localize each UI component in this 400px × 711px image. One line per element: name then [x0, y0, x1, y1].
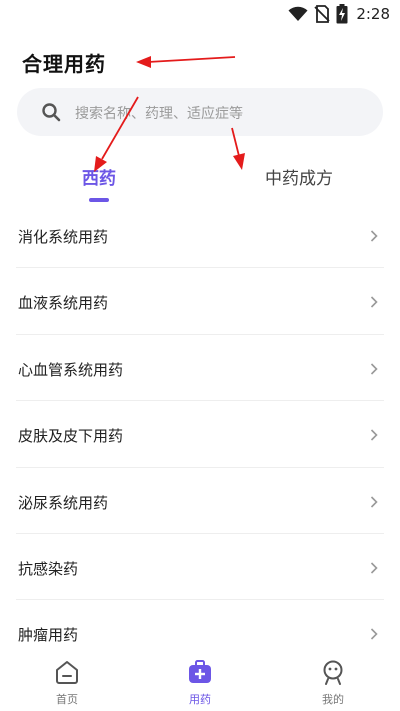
status-time: 2:28 [356, 5, 390, 23]
no-sim-icon [314, 5, 330, 23]
list-item[interactable]: 消化系统用药 [16, 202, 384, 269]
medicine-box-icon [189, 660, 211, 683]
tab-chinese-patent-medicine[interactable]: 中药成方 [265, 164, 333, 189]
wifi-icon [288, 6, 308, 21]
nav-medicine-label: 用药 [189, 693, 211, 706]
profile-icon [323, 660, 343, 685]
status-bar: 2:28 [0, 0, 400, 30]
nav-home-label: 首页 [56, 693, 78, 706]
category-list: 消化系统用药 血液系统用药 心血管系统用药 皮肤及皮下用药 泌尿系统用药 抗感染… [0, 202, 400, 667]
list-item[interactable]: 心血管系统用药 [16, 335, 384, 402]
search-placeholder: 搜索名称、药理、适应症等 [75, 106, 243, 122]
nav-mine-label: 我的 [322, 693, 344, 706]
chevron-right-icon [370, 363, 378, 375]
category-label: 肿瘤用药 [18, 626, 79, 645]
category-label: 抗感染药 [18, 559, 79, 578]
category-label: 血液系统用药 [18, 294, 109, 313]
chevron-right-icon [370, 230, 378, 242]
search-icon [42, 103, 61, 122]
nav-home[interactable]: 首页 [27, 659, 107, 707]
chevron-right-icon [370, 296, 378, 308]
list-item[interactable]: 血液系统用药 [16, 268, 384, 335]
category-label: 心血管系统用药 [18, 360, 124, 379]
category-label: 皮肤及皮下用药 [18, 427, 124, 446]
list-item[interactable]: 抗感染药 [16, 534, 384, 601]
list-item[interactable]: 泌尿系统用药 [16, 468, 384, 534]
status-icons: 2:28 [288, 4, 390, 24]
page-title: 合理用药 [22, 52, 106, 76]
battery-charging-icon [336, 4, 348, 24]
tab-western-medicine[interactable]: 西药 [82, 164, 116, 189]
category-label: 泌尿系统用药 [18, 493, 109, 512]
nav-mine[interactable]: 我的 [293, 659, 373, 707]
chevron-right-icon [370, 495, 378, 508]
chevron-right-icon [370, 429, 378, 441]
arrow-annotation [136, 56, 236, 68]
search-input[interactable]: 搜索名称、药理、适应症等 [17, 88, 383, 136]
chevron-right-icon [370, 562, 378, 574]
chevron-right-icon [370, 628, 378, 640]
home-icon [56, 661, 78, 684]
category-label: 消化系统用药 [18, 228, 109, 246]
nav-medicine[interactable]: 用药 [160, 659, 240, 707]
list-item[interactable]: 皮肤及皮下用药 [16, 401, 384, 468]
bottom-nav: 首页 用药 我的 [0, 651, 400, 711]
